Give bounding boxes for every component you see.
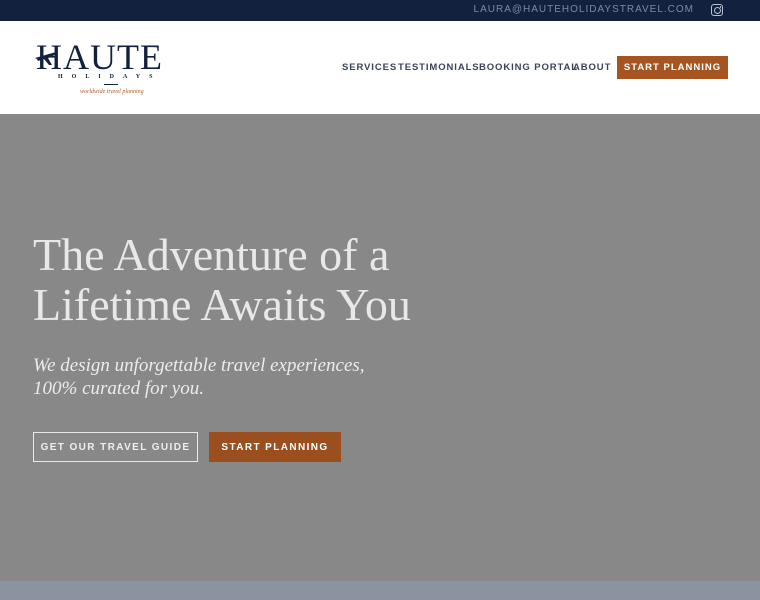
logo-subtitle: HOLIDAYS (58, 74, 162, 80)
logo-divider (104, 84, 118, 85)
nav-item-services[interactable]: SERVICES (342, 62, 397, 73)
site-header: HAUTE HOLIDAYS worldwide travel planning… (0, 21, 760, 114)
top-bar: LAURA@HAUTEHOLIDAYSTRAVEL.COM (0, 0, 760, 21)
travel-guide-button[interactable]: GET OUR TRAVEL GUIDE (33, 432, 198, 462)
nav-item-booking-portal[interactable]: BOOKING PORTAL (479, 62, 578, 73)
instagram-icon[interactable] (711, 4, 723, 16)
logo-wordmark: HAUTE (36, 37, 163, 77)
hero-subtitle: We design unforgettable travel experienc… (33, 355, 365, 399)
logo-tagline: worldwide travel planning (80, 89, 144, 95)
nav-item-about[interactable]: ABOUT (573, 62, 611, 73)
hero-section: The Adventure of a Lifetime Awaits You W… (0, 114, 760, 581)
next-section-strip (0, 581, 760, 600)
nav-item-testimonials[interactable]: TESTIMONIALS (398, 62, 480, 73)
contact-email-link[interactable]: LAURA@HAUTEHOLIDAYSTRAVEL.COM (474, 4, 694, 15)
haute-holidays-logo[interactable]: HAUTE HOLIDAYS worldwide travel planning (35, 37, 186, 101)
header-start-planning-button[interactable]: START PLANNING (617, 56, 728, 79)
hero-title: The Adventure of a Lifetime Awaits You (33, 229, 411, 330)
hero-start-planning-button[interactable]: START PLANNING (209, 432, 341, 462)
